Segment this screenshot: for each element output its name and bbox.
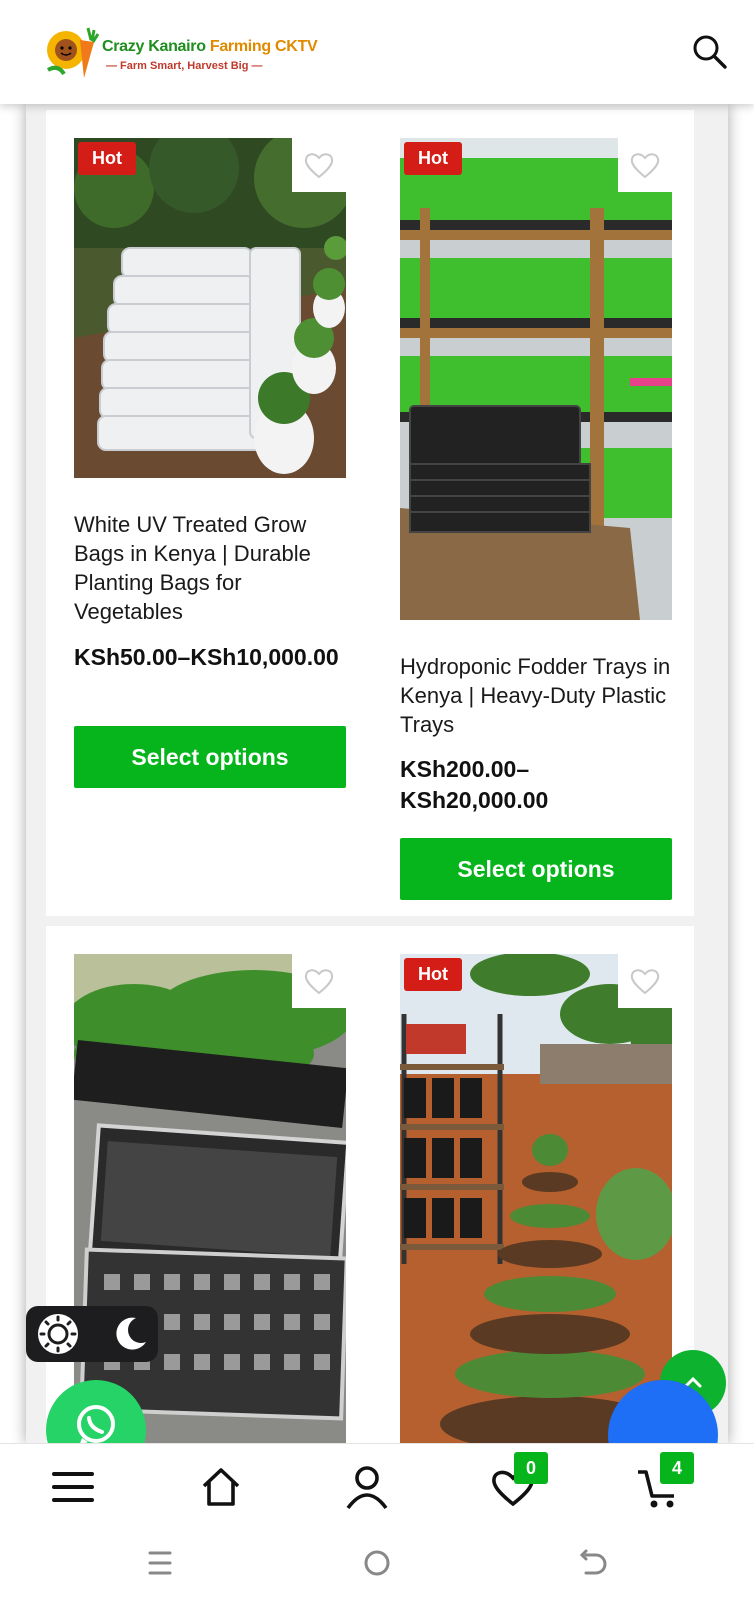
- product-price: KSh50.00–KSh10,000.00: [74, 644, 339, 670]
- wishlist-count-badge: 0: [514, 1452, 548, 1484]
- account-icon: [346, 1466, 388, 1510]
- system-home-button[interactable]: [357, 1543, 397, 1583]
- account-button[interactable]: [344, 1464, 390, 1510]
- product-card[interactable]: [46, 926, 374, 1444]
- product-card[interactable]: Hot White UV Treated Grow Bags in Kenya …: [46, 110, 374, 916]
- home-icon: [202, 1468, 240, 1506]
- heart-outline-icon: [304, 969, 334, 995]
- wishlist-button[interactable]: [292, 138, 346, 192]
- site-header: Crazy Kanairo Farming CKTV — Farm Smart,…: [0, 0, 754, 104]
- product-title[interactable]: White UV Treated Grow Bags in Kenya | Du…: [74, 510, 346, 626]
- bottom-navigation: 0 4: [0, 1443, 754, 1530]
- heart-outline-icon: [630, 153, 660, 179]
- heart-outline-icon: [304, 153, 334, 179]
- recent-apps-button[interactable]: [140, 1543, 180, 1583]
- fodder-trays-photo: [400, 138, 672, 620]
- hot-badge: Hot: [404, 958, 462, 991]
- wishlist-button[interactable]: [618, 954, 672, 1008]
- product-card[interactable]: Hot Hydroponic Fodder Trays in Kenya | H…: [372, 110, 694, 916]
- system-back-button[interactable]: [574, 1543, 614, 1583]
- moon-icon: [116, 1317, 146, 1350]
- product-image[interactable]: Hot: [400, 954, 672, 1444]
- wishlist-button[interactable]: [292, 954, 346, 1008]
- wishlist-button[interactable]: [618, 138, 672, 192]
- product-card[interactable]: Hot: [372, 926, 694, 1444]
- logo-tagline: — Farm Smart, Harvest Big —: [106, 60, 263, 72]
- hot-badge: Hot: [404, 142, 462, 175]
- circle-home-icon: [364, 1550, 390, 1576]
- product-grid: Hot White UV Treated Grow Bags in Kenya …: [26, 104, 728, 1444]
- sun-icon: [38, 1314, 78, 1354]
- product-image[interactable]: [74, 954, 346, 1444]
- product-title[interactable]: Hydroponic Fodder Trays in Kenya | Heavy…: [400, 652, 672, 739]
- seedling-trays-photo: [74, 954, 346, 1444]
- heart-outline-icon: [630, 969, 660, 995]
- logo-title: Crazy Kanairo Farming CKTV: [102, 38, 318, 55]
- home-button[interactable]: [198, 1464, 244, 1510]
- vertical-garden-photo: [400, 954, 672, 1444]
- system-navigation-bar: [0, 1529, 754, 1600]
- hot-badge: Hot: [78, 142, 136, 175]
- select-options-button[interactable]: Select options: [74, 726, 346, 788]
- sunflower-carrot-logo-icon: [46, 27, 100, 78]
- menu-button[interactable]: [50, 1464, 96, 1510]
- product-price: KSh200.00–KSh20,000.00: [400, 756, 549, 813]
- site-logo[interactable]: Crazy Kanairo Farming CKTV — Farm Smart,…: [44, 20, 318, 84]
- cart-count-badge: 4: [660, 1452, 694, 1484]
- search-icon: [693, 35, 727, 69]
- dark-mode-toggle[interactable]: [26, 1306, 158, 1362]
- product-image[interactable]: Hot: [74, 138, 346, 478]
- select-options-button[interactable]: Select options: [400, 838, 672, 900]
- search-button[interactable]: [690, 32, 730, 72]
- menu-icon: [52, 1472, 94, 1502]
- wishlist-nav-button[interactable]: 0: [490, 1452, 548, 1510]
- recent-apps-icon: [148, 1551, 172, 1575]
- product-image[interactable]: Hot: [400, 138, 672, 620]
- cart-button[interactable]: 4: [636, 1452, 694, 1510]
- back-arrow-icon: [579, 1549, 607, 1575]
